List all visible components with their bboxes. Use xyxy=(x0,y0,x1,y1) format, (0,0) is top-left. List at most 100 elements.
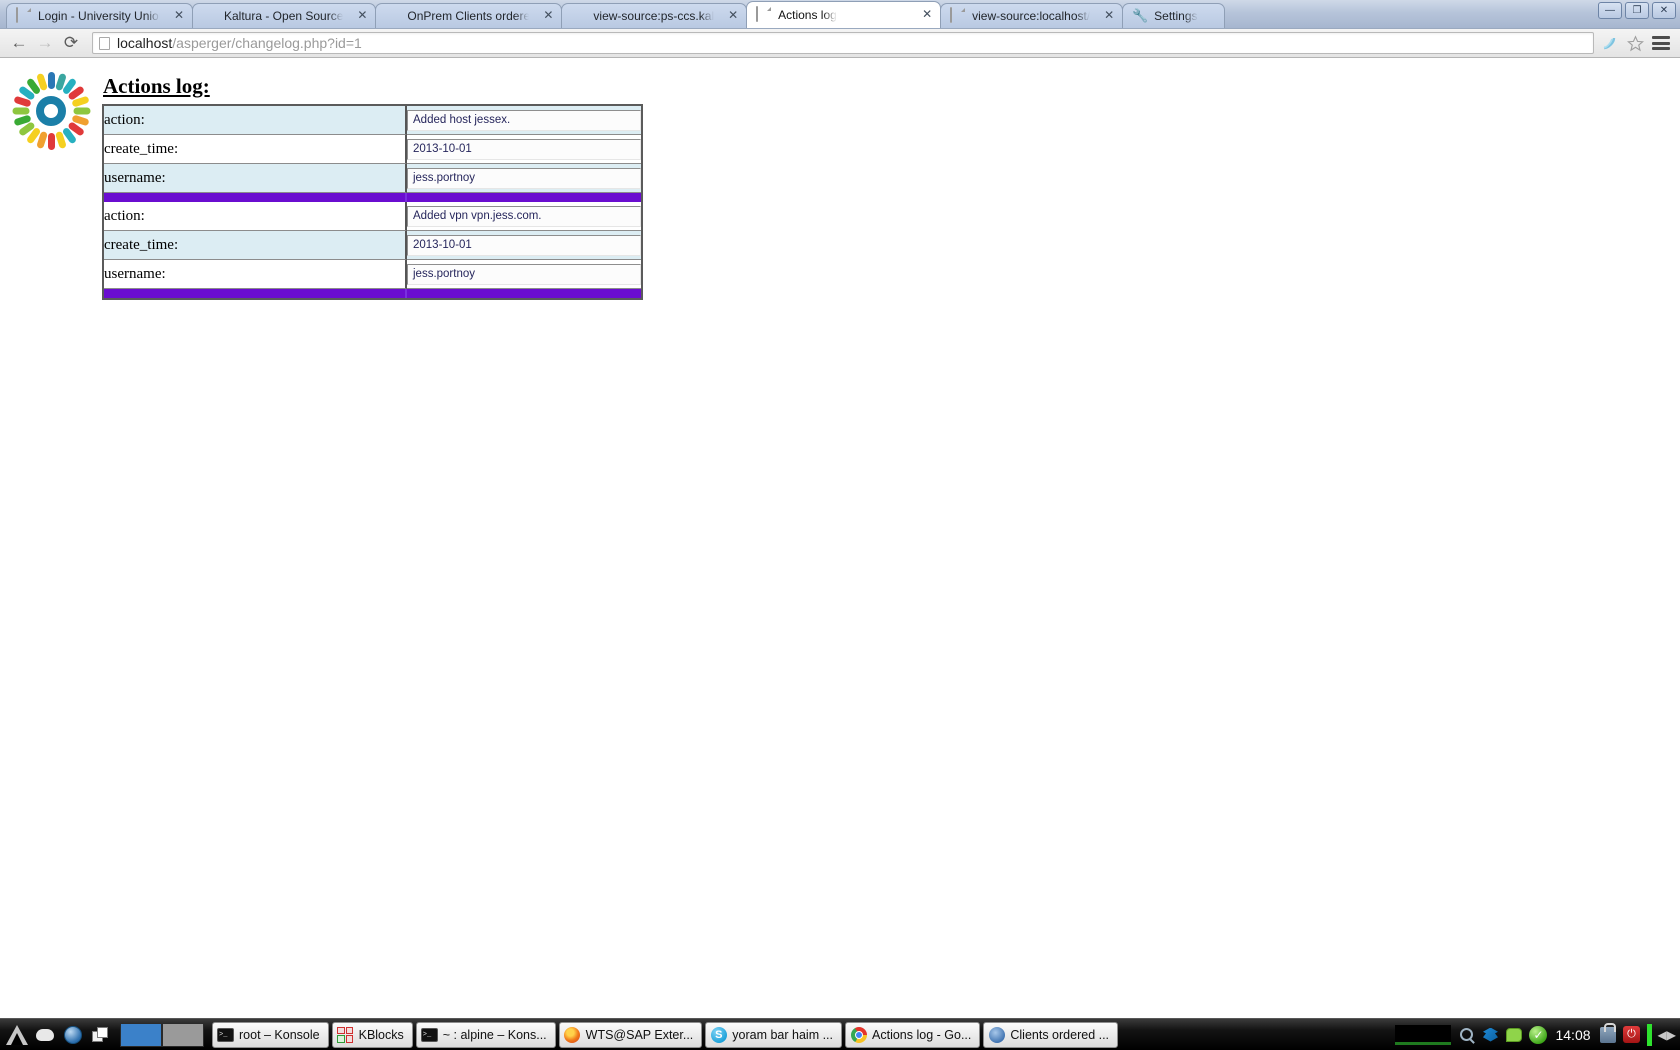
system-monitor-widget xyxy=(1395,1024,1452,1045)
separator-left xyxy=(104,289,407,298)
logo-hub xyxy=(36,96,66,126)
table-row: create_time: 2013-10-01 xyxy=(104,135,641,164)
system-tray: ✓ 14:08 ⏻ ◀▶ xyxy=(1395,1022,1680,1046)
task-label: ~ : alpine – Kons... xyxy=(442,1027,547,1042)
power-icon[interactable]: ⏻ xyxy=(1623,1026,1641,1044)
forward-icon[interactable]: → xyxy=(32,31,58,55)
browser-tab-2[interactable]: OnPrem Clients ordered ✕ xyxy=(375,3,563,28)
field-value[interactable]: 2013-10-01 xyxy=(407,234,641,256)
taskbar-clock[interactable]: 14:08 xyxy=(1553,1027,1592,1043)
lock-icon[interactable] xyxy=(1599,1022,1617,1044)
tab-title: OnPrem Clients ordered xyxy=(407,9,530,23)
entry-separator xyxy=(104,289,641,298)
browser-tab-0[interactable]: Login - University Union ✕ xyxy=(6,3,193,28)
field-value-cell: 2013-10-01 xyxy=(407,135,641,164)
url-text: localhost/asperger/changelog.php?id=1 xyxy=(117,35,362,51)
tab-close-icon[interactable]: ✕ xyxy=(1102,9,1116,23)
task-wts-sap[interactable]: WTS@SAP Exter... xyxy=(558,1021,703,1048)
window-controls: — ❐ ✕ xyxy=(1598,2,1676,19)
wrench-icon: 🔧 xyxy=(1132,8,1149,23)
task-label: Actions log - Go... xyxy=(872,1027,972,1042)
browser-tab-actions-log[interactable]: Actions log ✕ xyxy=(746,1,942,28)
tab-title: view-source:ps-ccs.kal xyxy=(593,9,715,23)
desktop-2[interactable] xyxy=(162,1022,204,1047)
field-value[interactable]: jess.portnoy xyxy=(407,263,641,285)
tray-expand-icon[interactable]: ◀▶ xyxy=(1658,1028,1676,1042)
task-kblocks[interactable]: KBlocks xyxy=(331,1021,413,1048)
browser-window: Login - University Union ✕ Kaltura - Ope… xyxy=(0,0,1680,1050)
url-path: /asperger/changelog.php?id=1 xyxy=(172,35,362,51)
page-info-icon[interactable] xyxy=(99,36,110,50)
tab-close-icon[interactable]: ✕ xyxy=(920,8,934,22)
extension-icon[interactable] xyxy=(1598,32,1620,54)
chat-icon[interactable] xyxy=(1505,1026,1523,1044)
browser-tab-5[interactable]: view-source:localhost/ ✕ xyxy=(940,3,1124,28)
task-label: root – Konsole xyxy=(239,1027,320,1042)
close-button[interactable]: ✕ xyxy=(1652,2,1676,19)
actions-log-table: action: Added host jessex. create_time: … xyxy=(102,104,643,300)
table-row: username: jess.portnoy xyxy=(104,164,641,193)
check-icon[interactable]: ✓ xyxy=(1529,1025,1548,1044)
page-icon xyxy=(950,7,966,24)
task-alpine-konsole[interactable]: >_ ~ : alpine – Kons... xyxy=(415,1021,556,1048)
field-value[interactable]: Added host jessex. xyxy=(407,109,641,131)
entry-separator xyxy=(104,193,641,202)
field-label: username: xyxy=(104,164,407,193)
tab-close-icon[interactable]: ✕ xyxy=(172,9,186,23)
taskbar-launchers xyxy=(0,1022,114,1048)
browser-tab-settings[interactable]: 🔧 Settings xyxy=(1122,3,1225,28)
page-icon xyxy=(756,6,772,23)
konsole-icon: >_ xyxy=(217,1026,234,1043)
maximize-button[interactable]: ❐ xyxy=(1625,2,1649,19)
tab-close-icon[interactable]: ✕ xyxy=(541,9,555,23)
table-row: action: Added vpn vpn.jess.com. xyxy=(104,202,641,231)
task-root-konsole[interactable]: >_ root – Konsole xyxy=(212,1021,329,1048)
field-label: action: xyxy=(104,202,407,231)
firefox-icon xyxy=(988,1026,1005,1043)
task-label: WTS@SAP Exter... xyxy=(585,1027,694,1042)
separator-left xyxy=(104,193,407,202)
page-title: Actions log: xyxy=(103,74,210,98)
task-skype-chat[interactable]: S yoram bar haim ... xyxy=(705,1021,843,1048)
chrome-menu-icon[interactable] xyxy=(1650,32,1672,54)
kmenu-icon[interactable] xyxy=(4,1022,30,1048)
table-row: create_time: 2013-10-01 xyxy=(104,231,641,260)
tab-title: Settings xyxy=(1154,9,1198,23)
desktop-1[interactable] xyxy=(120,1022,162,1047)
back-icon[interactable]: ← xyxy=(6,31,32,55)
reload-icon[interactable]: ⟳ xyxy=(58,31,84,55)
globe-icon[interactable] xyxy=(60,1022,86,1048)
kaltura-icon xyxy=(202,8,218,24)
task-clients-ordered[interactable]: Clients ordered ... xyxy=(983,1021,1119,1048)
field-value[interactable]: jess.portnoy xyxy=(407,167,641,189)
tab-close-icon[interactable]: ✕ xyxy=(355,9,369,23)
asperger-sunburst-logo xyxy=(8,68,94,154)
task-actions-log-chrome[interactable]: Actions log - Go... xyxy=(845,1021,981,1048)
field-label: username: xyxy=(104,260,407,289)
tab-close-icon[interactable]: ✕ xyxy=(726,9,740,23)
field-value-cell: 2013-10-01 xyxy=(407,231,641,260)
task-label: KBlocks xyxy=(358,1027,404,1042)
tab-title: Login - University Union xyxy=(38,9,160,23)
tab-title: Actions log xyxy=(778,8,837,22)
browser-tab-1[interactable]: Kaltura - Open Source ✕ xyxy=(192,3,377,28)
table-row: username: jess.portnoy xyxy=(104,260,641,289)
minimize-button[interactable]: — xyxy=(1598,2,1622,19)
scroll-right-icon[interactable]: ▶ xyxy=(1664,58,1680,59)
field-value[interactable]: Added vpn vpn.jess.com. xyxy=(407,205,641,227)
dropbox-icon[interactable] xyxy=(1481,1026,1499,1044)
task-label: Clients ordered ... xyxy=(1010,1027,1110,1042)
address-bar[interactable]: localhost/asperger/changelog.php?id=1 xyxy=(92,32,1594,54)
scroll-left-icon[interactable]: ◀ xyxy=(0,58,16,59)
field-label: create_time: xyxy=(104,231,407,260)
bookmark-star-icon[interactable] xyxy=(1624,32,1646,54)
windows-icon[interactable] xyxy=(88,1022,114,1048)
desktop-pager[interactable] xyxy=(120,1022,204,1047)
page-icon xyxy=(16,7,32,24)
search-icon[interactable] xyxy=(1457,1026,1475,1044)
browser-tab-3[interactable]: view-source:ps-ccs.kal ✕ xyxy=(561,3,748,28)
mouse-icon[interactable] xyxy=(32,1022,58,1048)
field-value[interactable]: 2013-10-01 xyxy=(407,138,641,160)
page-viewport: Actions log: action: Added host jessex. … xyxy=(0,58,1680,1018)
taskbar-task-list: >_ root – Konsole KBlocks >_ ~ : alpine … xyxy=(212,1021,1395,1048)
